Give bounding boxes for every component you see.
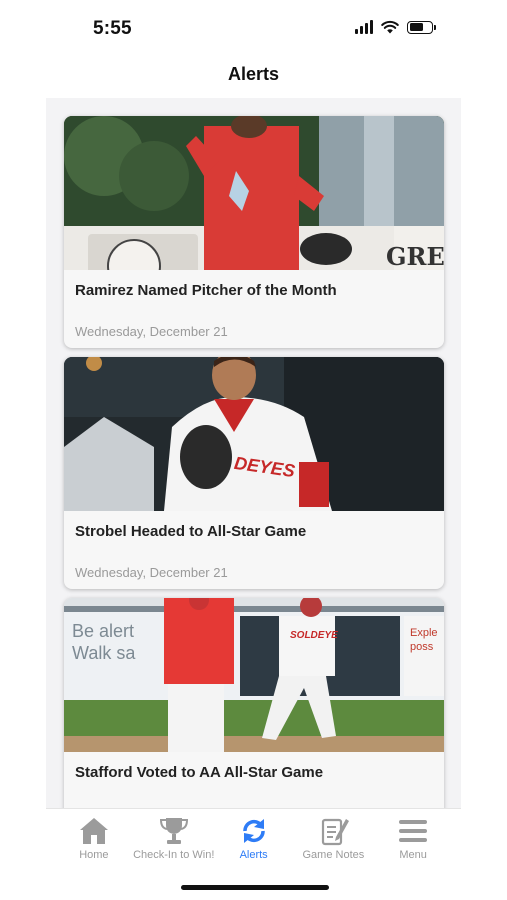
- alert-card-body: Ramirez Named Pitcher of the Month Wedne…: [64, 270, 444, 348]
- status-time: 5:55: [93, 18, 132, 39]
- page-title: Alerts: [227, 64, 280, 84]
- tab-bar: Home Check-In to Win! Alerts Game Notes …: [46, 808, 461, 870]
- alert-card[interactable]: Be alert Walk sa Exple poss SOLDEYE Staf…: [64, 598, 444, 808]
- tab-label: Game Notes: [302, 849, 365, 861]
- wifi-icon: [381, 20, 399, 34]
- alert-title[interactable]: Ramirez Named Pitcher of the Month: [75, 282, 337, 299]
- tab-menu[interactable]: Menu: [373, 809, 453, 870]
- alert-card[interactable]: DEYES Strobel Headed to All-Star Game We…: [64, 357, 444, 589]
- alerts-list[interactable]: GRE Ramirez Named Pitcher of the Month W…: [46, 98, 461, 808]
- alerts-screen: 5:55 Alerts GRE Ramirez Named Pitcher of…: [0, 0, 507, 900]
- tab-check-in[interactable]: Check-In to Win!: [133, 809, 215, 870]
- alert-date: Wednesday, December 21: [75, 324, 228, 339]
- alert-card[interactable]: GRE Ramirez Named Pitcher of the Month W…: [64, 116, 444, 348]
- tab-game-notes[interactable]: Game Notes: [294, 809, 374, 870]
- cellular-signal-icon: [355, 20, 373, 34]
- status-icons: [355, 20, 436, 34]
- sign-right-text: Exple poss: [410, 627, 438, 653]
- alert-card-image: GRE: [64, 116, 444, 270]
- trophy-icon: [159, 818, 188, 844]
- tab-label: Menu: [399, 849, 427, 861]
- tab-label: Home: [79, 849, 109, 861]
- notes-pencil-icon: [322, 818, 350, 846]
- tab-label: Check-In to Win!: [133, 849, 215, 861]
- alert-card-image: Be alert Walk sa Exple poss SOLDEYE: [64, 598, 444, 752]
- alert-card-body: Strobel Headed to All-Star Game Wednesda…: [64, 511, 444, 589]
- alert-card-body: Stafford Voted to AA All-Star Game: [64, 752, 444, 808]
- jersey-text: SOLDEYE: [290, 630, 338, 641]
- sync-alerts-icon: [242, 819, 265, 843]
- header: Alerts: [0, 56, 507, 96]
- alert-title[interactable]: Strobel Headed to All-Star Game: [75, 523, 306, 540]
- home-icon: [79, 818, 108, 844]
- sign-left-text: Be alert Walk sa: [72, 621, 136, 663]
- alert-title[interactable]: Stafford Voted to AA All-Star Game: [75, 764, 323, 781]
- tab-label: Alerts: [239, 849, 268, 861]
- tab-home[interactable]: Home: [54, 809, 134, 870]
- status-bar: 5:55: [0, 0, 507, 56]
- battery-icon: [407, 20, 436, 34]
- home-indicator[interactable]: [181, 885, 329, 890]
- hamburger-menu-icon: [399, 820, 428, 842]
- tab-alerts[interactable]: Alerts: [214, 809, 294, 870]
- alert-date: Wednesday, December 21: [75, 565, 228, 580]
- alert-card-image: DEYES: [64, 357, 444, 511]
- image-sign-text: GRE: [386, 242, 444, 270]
